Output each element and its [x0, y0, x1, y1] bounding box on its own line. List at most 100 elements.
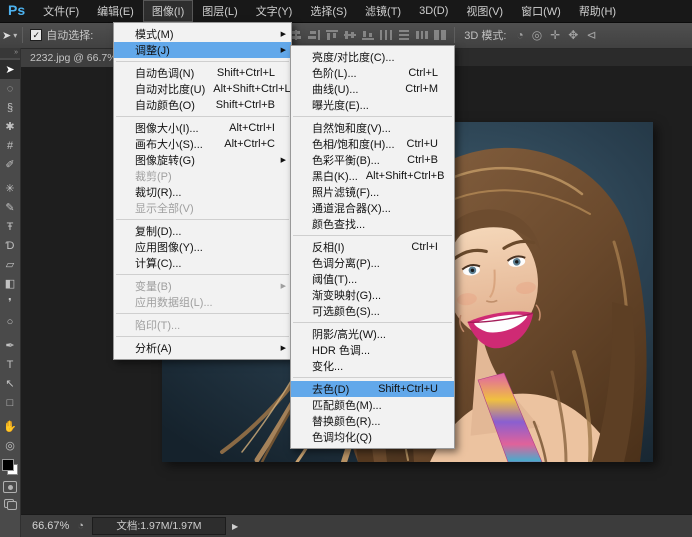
blur-tool[interactable]: ❜ — [0, 293, 20, 312]
move-tool[interactable]: ➤ — [0, 60, 20, 79]
3d-slide-icon[interactable]: ✥ — [568, 28, 578, 42]
hand-tool[interactable]: ✋ — [0, 417, 20, 436]
image-menu-item[interactable]: 陷印(T)... — [114, 317, 291, 333]
adjustments-menu-item[interactable]: 通道混合器(X)... — [291, 200, 454, 216]
distribute-horizontal-icon[interactable] — [379, 29, 393, 41]
menubar-item-3d[interactable]: 3D(D) — [410, 0, 457, 22]
adjustments-menu-item[interactable]: 照片滤镜(F)... — [291, 184, 454, 200]
type-tool[interactable]: T — [0, 355, 20, 374]
adjustments-menu-item[interactable]: 阈值(T)... — [291, 271, 454, 287]
image-menu-item[interactable]: 自动色调(N) Shift+Ctrl+L — [114, 65, 291, 81]
lasso-tool[interactable]: § — [0, 98, 20, 117]
healing-brush-tool[interactable]: ✳ — [0, 179, 20, 198]
image-menu-item[interactable]: 画布大小(S)... Alt+Ctrl+C — [114, 136, 291, 152]
adjustments-menu-item[interactable]: 渐变映射(G)... — [291, 287, 454, 303]
menubar-item-file[interactable]: 文件(F) — [34, 0, 88, 22]
distribute-vertical-icon[interactable] — [397, 29, 411, 41]
image-menu-item[interactable] — [116, 336, 289, 337]
image-menu-item[interactable] — [116, 274, 289, 275]
adjustments-menu-item[interactable]: 色调分离(P)... — [291, 255, 454, 271]
adjustments-menu-item[interactable]: 曲线(U)... Ctrl+M — [291, 81, 454, 97]
adjustments-menu-item[interactable]: 黑白(K)... Alt+Shift+Ctrl+B — [291, 168, 454, 184]
adjustments-menu-item[interactable]: 反相(I) Ctrl+I — [291, 239, 454, 255]
align-right-icon[interactable] — [307, 29, 321, 41]
menubar-item-image[interactable]: 图像(I) — [143, 0, 193, 22]
screen-mode-button[interactable] — [4, 499, 17, 510]
3d-camera-icon[interactable]: ⊲ — [586, 28, 596, 42]
tool-preset-caret-icon[interactable]: ▾ — [13, 31, 17, 40]
pen-tool[interactable]: ✒ — [0, 336, 20, 355]
3d-orbit-icon[interactable]: ◔ — [516, 28, 523, 42]
image-menu-item[interactable]: 显示全部(V) — [114, 200, 291, 216]
image-menu-item[interactable]: 变量(B) ▶ — [114, 278, 291, 294]
eyedropper-tool[interactable]: ✐ — [0, 155, 20, 174]
adjustments-menu-item[interactable]: 阴影/高光(W)... — [291, 326, 454, 342]
image-menu-item[interactable]: 模式(M) ▶ — [114, 26, 291, 42]
gradient-tool[interactable]: ◧ — [0, 274, 20, 293]
menubar-item-edit[interactable]: 编辑(E) — [88, 0, 143, 22]
image-menu-item[interactable] — [116, 219, 289, 220]
menubar-item-view[interactable]: 视图(V) — [457, 0, 512, 22]
image-menu-item[interactable]: 复制(D)... — [114, 223, 291, 239]
zoom-level-field[interactable]: 66.67% — [32, 520, 69, 532]
adjustments-menu-item[interactable]: HDR 色调... — [291, 342, 454, 358]
marquee-tool[interactable]: ◌ — [0, 79, 20, 98]
image-menu-item[interactable]: 应用数据组(L)... — [114, 294, 291, 310]
image-menu-item[interactable]: 图像大小(I)... Alt+Ctrl+I — [114, 120, 291, 136]
menu-item-desaturate[interactable]: 去色(D) Shift+Ctrl+U — [291, 381, 454, 397]
brush-tool[interactable]: ✎ — [0, 198, 20, 217]
auto-align-layers-icon[interactable] — [433, 29, 447, 41]
quick-mask-button[interactable] — [3, 481, 17, 493]
adjustments-menu-item[interactable]: 替换颜色(R)... — [291, 413, 454, 429]
clone-stamp-tool[interactable]: Ŧ — [0, 217, 20, 236]
document-tab[interactable]: 2232.jpg @ 66.7% — [20, 49, 128, 67]
status-expand-arrow-icon[interactable]: ▶ — [228, 520, 242, 533]
adjustments-menu-item[interactable]: 颜色查找... — [291, 216, 454, 232]
adjustments-menu-item[interactable]: 变化... — [291, 358, 454, 374]
menubar-item-type[interactable]: 文字(Y) — [247, 0, 302, 22]
align-top-icon[interactable] — [325, 29, 339, 41]
menubar-item-help[interactable]: 帮助(H) — [570, 0, 625, 22]
eraser-tool[interactable]: ▱ — [0, 255, 20, 274]
image-menu-item[interactable]: 图像旋转(G) ▶ — [114, 152, 291, 168]
panel-collapse-icon[interactable]: » — [0, 48, 20, 58]
foreground-color-swatch[interactable] — [2, 459, 14, 471]
adjustments-menu-item[interactable] — [293, 377, 452, 378]
distribute-widths-icon[interactable] — [415, 29, 429, 41]
adjustments-menu-item[interactable]: 亮度/对比度(C)... — [291, 49, 454, 65]
dodge-tool[interactable]: ○ — [0, 312, 20, 331]
menubar-item-window[interactable]: 窗口(W) — [512, 0, 570, 22]
adjustments-menu-item[interactable]: 匹配颜色(M)... — [291, 397, 454, 413]
adjustments-menu-item[interactable]: 色调均化(Q) — [291, 429, 454, 445]
align-vcenter-icon[interactable] — [343, 29, 357, 41]
menubar-item-select[interactable]: 选择(S) — [301, 0, 356, 22]
image-menu-item[interactable] — [116, 116, 289, 117]
history-brush-tool[interactable]: Ɗ — [0, 236, 20, 255]
zoom-tool[interactable]: ◎ — [0, 436, 20, 455]
path-selection-tool[interactable]: ↖ — [0, 374, 20, 393]
adjustments-menu-item[interactable]: 色相/饱和度(H)... Ctrl+U — [291, 136, 454, 152]
image-menu-item[interactable]: 应用图像(Y)... — [114, 239, 291, 255]
align-bottom-icon[interactable] — [361, 29, 375, 41]
adjustments-menu-item[interactable]: 可选颜色(S)... — [291, 303, 454, 319]
image-menu-item[interactable]: 裁剪(P) — [114, 168, 291, 184]
image-menu-item[interactable]: 自动颜色(O) Shift+Ctrl+B — [114, 97, 291, 113]
adjustments-menu-item[interactable]: 曝光度(E)... — [291, 97, 454, 113]
crop-tool[interactable]: # — [0, 136, 20, 155]
adjustments-menu-item[interactable]: 色阶(L)... Ctrl+L — [291, 65, 454, 81]
image-menu-item[interactable] — [116, 313, 289, 314]
menubar-item-layer[interactable]: 图层(L) — [193, 0, 246, 22]
image-menu-item[interactable]: 计算(C)... — [114, 255, 291, 271]
image-menu-item[interactable] — [116, 61, 289, 62]
magic-wand-tool[interactable]: ✱ — [0, 117, 20, 136]
3d-pan-icon[interactable]: ✛ — [550, 28, 560, 42]
move-tool-preset-icon[interactable]: ➤ — [0, 29, 13, 42]
adjustments-menu-item[interactable] — [293, 235, 452, 236]
adjustments-menu-item[interactable] — [293, 116, 452, 117]
adjustments-menu-item[interactable] — [293, 322, 452, 323]
menubar-item-filter[interactable]: 滤镜(T) — [356, 0, 410, 22]
menu-item-adjustments[interactable]: 调整(J) ▶ — [114, 42, 291, 58]
adjustments-menu-item[interactable]: 色彩平衡(B)... Ctrl+B — [291, 152, 454, 168]
auto-select-checkbox[interactable]: ✓ — [30, 29, 42, 41]
image-menu-item[interactable]: 自动对比度(U) Alt+Shift+Ctrl+L — [114, 81, 291, 97]
